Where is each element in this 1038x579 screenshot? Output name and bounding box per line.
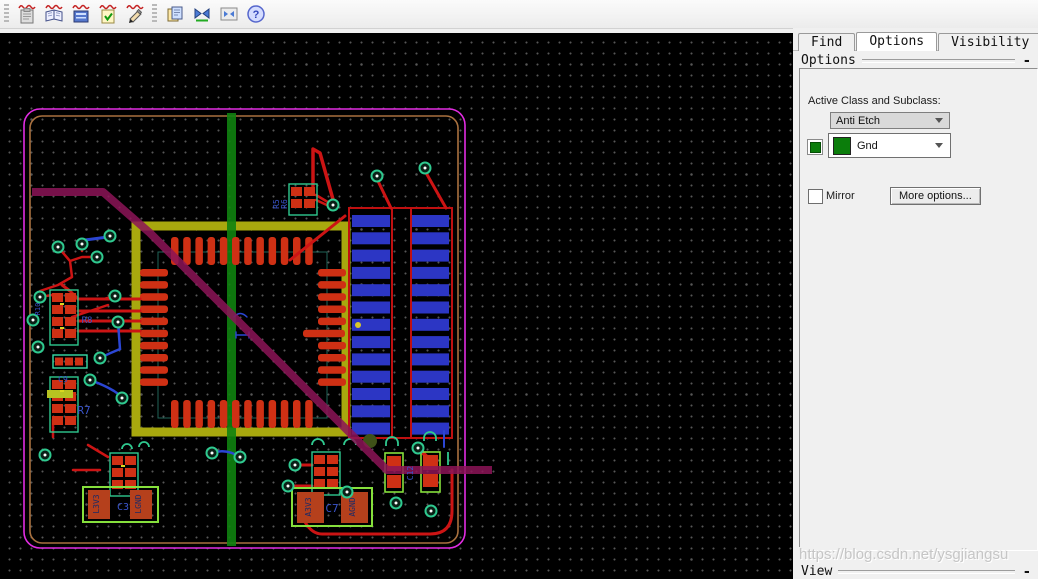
mirror-checkbox[interactable] (808, 189, 823, 204)
toolbar-grip[interactable] (4, 4, 9, 24)
script-browse-icon (71, 4, 90, 23)
toolbar: ? (0, 0, 1038, 29)
bowtie-frame-icon (220, 7, 237, 21)
pcb-editor-window: ? R5 R6 R10 R8 C9 R7 C3 L3V3 LGND C7 A3V… (0, 0, 1038, 579)
svg-text:A3V3: A3V3 (304, 497, 313, 516)
options-group-header: Options - (801, 53, 1031, 68)
tab-visibility[interactable]: Visibility (938, 33, 1038, 51)
script-browse-button[interactable] (68, 2, 93, 26)
svg-text:C3: C3 (117, 502, 129, 513)
green-band (227, 113, 236, 546)
copy-windows-icon (167, 6, 182, 22)
script-record-button[interactable] (14, 2, 39, 26)
svg-text:R8: R8 (82, 316, 93, 326)
mirror-label: Mirror (826, 190, 855, 202)
chevron-down-icon (935, 143, 943, 148)
svg-text:LGND: LGND (134, 494, 143, 513)
script-record-icon (17, 4, 36, 24)
view-header-line (838, 569, 1015, 574)
more-options-button[interactable]: More options... (890, 187, 981, 205)
script-library-icon (44, 4, 63, 22)
bowtie-icon (194, 8, 209, 22)
svg-text:C7: C7 (325, 502, 338, 515)
svg-text:AGND: AGND (348, 497, 357, 516)
help-button[interactable]: ? (243, 2, 268, 26)
script-library-button[interactable] (41, 2, 66, 26)
subclass-color-toggle[interactable] (807, 139, 823, 155)
toolbar-grip[interactable] (152, 4, 157, 24)
view-group-header: View - (801, 564, 1031, 579)
copy-windows-button[interactable] (162, 2, 187, 26)
control-panel: Find Options Visibility Options - Active… (793, 28, 1038, 579)
options-minimize-button[interactable]: - (1023, 54, 1031, 68)
svg-text:C9: C9 (58, 375, 68, 384)
bowtie-button[interactable] (189, 2, 214, 26)
help-icon: ? (246, 5, 265, 23)
pcb-canvas[interactable]: R5 R6 R10 R8 C9 R7 C3 L3V3 LGND C7 A3V3 AGND C12 (0, 33, 793, 579)
panel-tabs: Find Options Visibility (798, 32, 1038, 51)
watermark-text: https://blog.csdn.net/ysgjiangsu (799, 546, 1009, 563)
pcb-design: R5 R6R10R8C9R7C3L3V3 LGND C7A3V3 AGNDC12 (23, 108, 492, 549)
options-header-title: Options (801, 53, 856, 68)
chevron-down-icon (935, 118, 943, 123)
subclass-dropdown[interactable]: Gnd (828, 133, 951, 158)
script-edit-icon (125, 4, 144, 23)
script-edit-button[interactable] (122, 2, 147, 26)
svg-text:R6: R6 (280, 199, 289, 209)
svg-text:R7: R7 (77, 404, 90, 417)
tab-find[interactable]: Find (798, 33, 856, 51)
script-run-button[interactable] (95, 2, 120, 26)
tab-options[interactable]: Options (856, 32, 938, 51)
subclass-dropdown-value: Gnd (857, 139, 878, 152)
active-class-label: Active Class and Subclass: (808, 95, 941, 107)
svg-text:C12: C12 (406, 466, 415, 481)
bowtie-frame-button[interactable] (216, 2, 241, 26)
svg-text:L3V3: L3V3 (92, 494, 101, 513)
subclass-color-swatch (809, 141, 821, 153)
options-header-line (861, 58, 1015, 63)
view-header-title: View (801, 564, 833, 579)
pin1-marker (355, 322, 361, 328)
script-run-icon (98, 4, 117, 24)
subclass-swatch (833, 136, 851, 155)
view-minimize-button[interactable]: - (1023, 565, 1031, 579)
options-pane: Active Class and Subclass: Anti Etch Gnd… (799, 68, 1038, 551)
class-dropdown[interactable]: Anti Etch (830, 112, 950, 129)
svg-text:R10: R10 (34, 303, 42, 316)
class-dropdown-value: Anti Etch (836, 114, 881, 127)
svg-text:?: ? (252, 9, 259, 21)
connector-pads (352, 215, 449, 435)
